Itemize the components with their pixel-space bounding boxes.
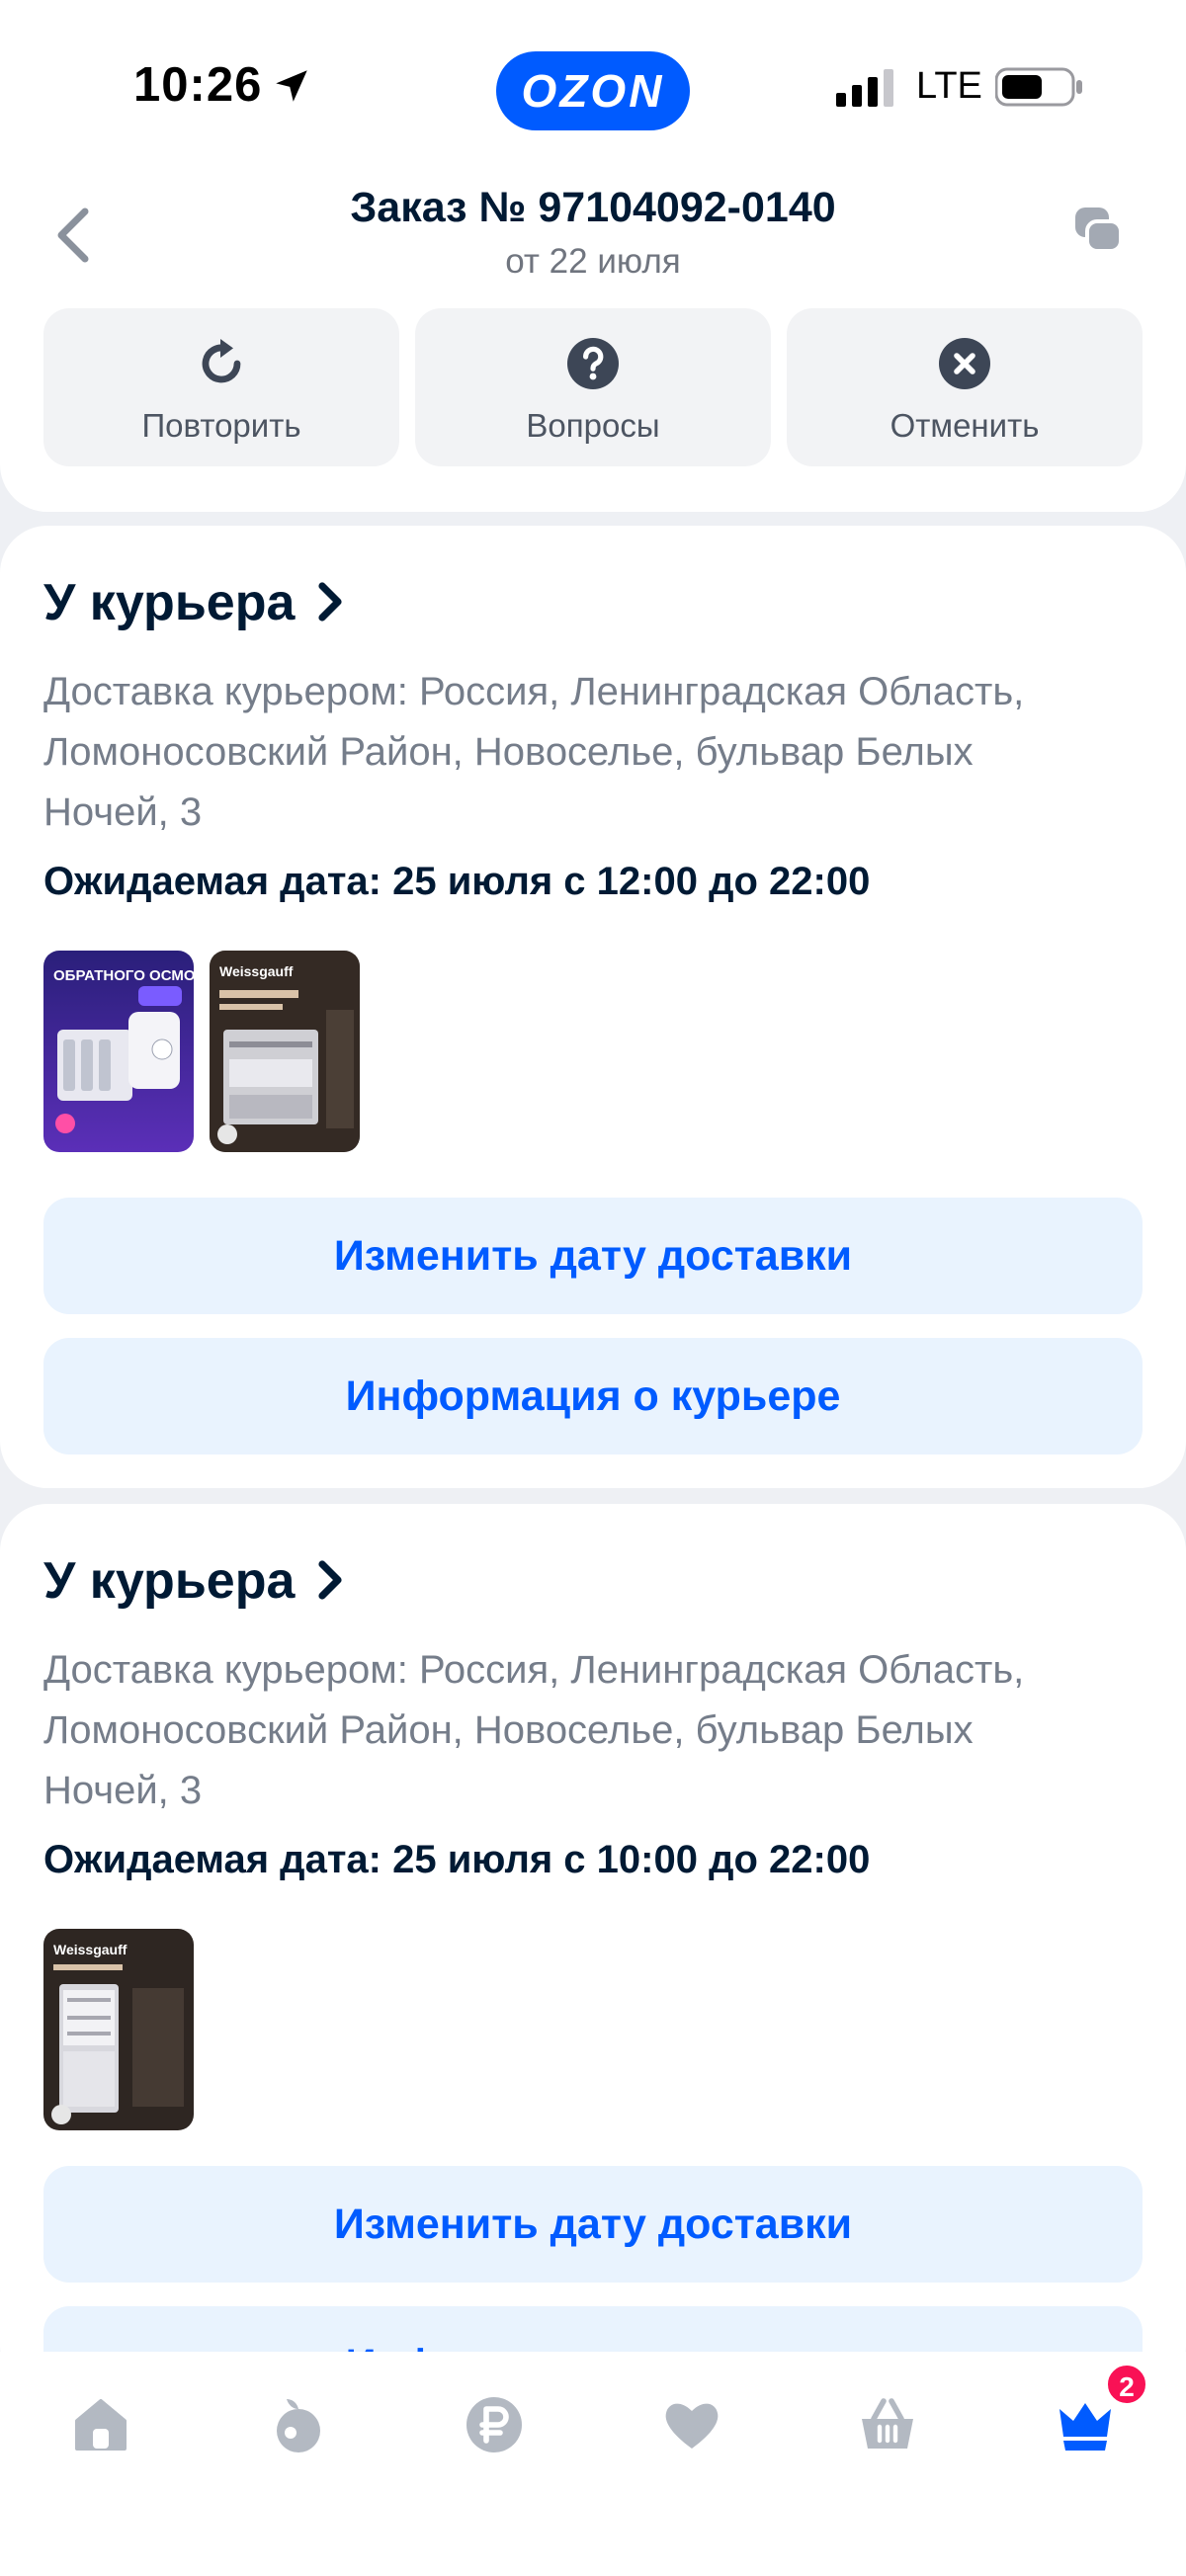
- order-actions: Повторить Вопросы Отменить: [43, 308, 1143, 466]
- cancel-button[interactable]: Отменить: [787, 308, 1143, 466]
- product-thumbnail-refrigerator[interactable]: Weissgauff: [43, 1929, 194, 2130]
- status-time: 10:26: [133, 58, 263, 112]
- shipment-status: У курьера: [43, 1552, 296, 1610]
- battery-icon: [995, 67, 1082, 107]
- shipment-status-link[interactable]: У курьера: [43, 1551, 346, 1611]
- shipment-card: У курьера Доставка курьером: Россия, Лен…: [0, 526, 1186, 1488]
- product-badge-text: Weissgauff: [219, 963, 294, 979]
- chat-icon[interactable]: [1073, 206, 1125, 257]
- cellular-signal-icon: [836, 69, 893, 107]
- delivery-address: Доставка курьером: Россия, Ленинградская…: [43, 670, 1025, 834]
- notification-badge: 2: [1105, 2363, 1148, 2406]
- question-icon: [567, 338, 619, 389]
- location-arrow-icon: [276, 70, 307, 102]
- network-type: LTE: [916, 65, 982, 107]
- chevron-right-icon: [318, 582, 342, 622]
- product-thumbnail-dishwasher[interactable]: Weissgauff: [210, 951, 360, 1152]
- cancel-label: Отменить: [890, 407, 1040, 444]
- chevron-right-icon: [318, 1560, 342, 1600]
- expected-date: Ожидаемая дата: 25 июля с 10:00 до 22:00: [43, 1838, 871, 1881]
- cart-icon[interactable]: [856, 2393, 919, 2456]
- shipment-status: У курьера: [43, 574, 296, 631]
- status-bar: 10:26 OZON LTE: [0, 0, 1186, 178]
- repeat-icon: [202, 339, 241, 383]
- cancel-icon: [939, 338, 990, 389]
- top-panel: 10:26 OZON LTE Заказ № 97104092-0140 от …: [0, 0, 1186, 512]
- page-title: Заказ № 97104092-0140: [350, 184, 836, 231]
- home-icon[interactable]: [69, 2393, 132, 2456]
- change-delivery-date-button[interactable]: Изменить дату доставки: [43, 1198, 1143, 1314]
- shipment-card: У курьера Доставка курьером: Россия, Лен…: [0, 1504, 1186, 2423]
- order-date: от 22 июля: [505, 242, 681, 281]
- bottom-tab-bar: [0, 2352, 1186, 2576]
- product-badge-text: ОБРАТНОГО ОСМОСА: [53, 967, 194, 984]
- refrigerator-image: Weissgauff: [43, 1929, 194, 2130]
- questions-label: Вопросы: [526, 407, 660, 444]
- delivery-address: Доставка курьером: Россия, Ленинградская…: [43, 1648, 1025, 1812]
- shipment-status-link[interactable]: У курьера: [43, 573, 346, 632]
- product-thumbnail-water-filter[interactable]: ОБРАТНОГО ОСМОСА: [43, 951, 194, 1152]
- expected-date: Ожидаемая дата: 25 июля с 12:00 до 22:00: [43, 860, 871, 903]
- courier-info-button[interactable]: Информация о курьере: [43, 1338, 1143, 1454]
- repeat-button[interactable]: Повторить: [43, 308, 399, 466]
- profile-icon[interactable]: [1054, 2393, 1117, 2456]
- dishwasher-image: Weissgauff: [210, 951, 360, 1152]
- fresh-icon[interactable]: [267, 2393, 330, 2456]
- repeat-label: Повторить: [141, 407, 301, 444]
- brand-logo: OZON: [496, 51, 690, 130]
- water-filter-image: ОБРАТНОГО ОСМОСА: [43, 951, 194, 1152]
- product-badge-text: Weissgauff: [53, 1942, 127, 1957]
- change-delivery-date-button[interactable]: Изменить дату доставки: [43, 2166, 1143, 2283]
- order-header: Заказ № 97104092-0140 от 22 июля: [0, 178, 1186, 296]
- finance-icon[interactable]: [463, 2393, 526, 2456]
- questions-button[interactable]: Вопросы: [415, 308, 771, 466]
- favorites-icon[interactable]: [660, 2393, 723, 2456]
